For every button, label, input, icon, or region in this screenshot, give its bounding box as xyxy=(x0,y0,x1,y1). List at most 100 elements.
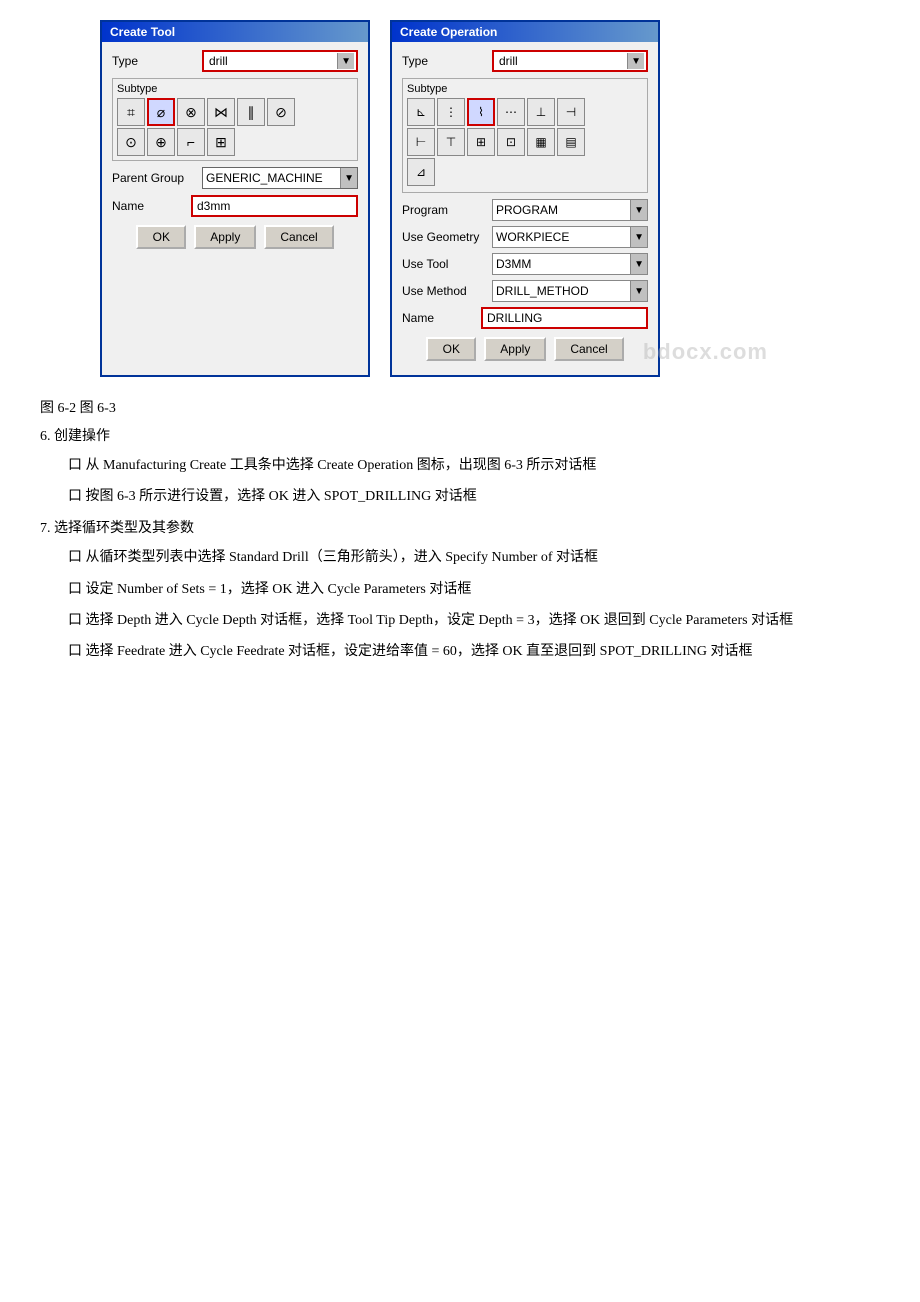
subtype-icons-row1: ⌗ ⌀ ⊗ ⋈ ∥ ⊘ xyxy=(117,98,353,126)
op-subtype-label: Subtype xyxy=(407,83,643,95)
program-arrow[interactable]: ▼ xyxy=(630,200,647,220)
op-subtype-icon-1[interactable]: ⊾ xyxy=(407,98,435,126)
subtype-icon-2[interactable]: ⌀ xyxy=(147,98,175,126)
para3: 口 从循环类型列表中选择 Standard Drill（三角形箭头），进入 Sp… xyxy=(40,545,880,570)
program-label: Program xyxy=(402,203,492,217)
para5: 口 选择 Depth 进入 Cycle Depth 对话框，选择 Tool Ti… xyxy=(40,608,880,633)
parent-group-arrow[interactable]: ▼ xyxy=(340,168,357,188)
create-tool-dialog: Create Tool Type drill ▼ Subtype ⌗ ⌀ xyxy=(100,20,370,377)
page-content: Create Tool Type drill ▼ Subtype ⌗ ⌀ xyxy=(40,20,880,670)
op-ok-button[interactable]: OK xyxy=(426,337,476,361)
subtype-icon-1[interactable]: ⌗ xyxy=(117,98,145,126)
op-name-row: Name xyxy=(402,307,648,329)
cancel-button[interactable]: Cancel xyxy=(264,225,333,249)
parent-group-label: Parent Group xyxy=(112,171,202,185)
op-cancel-button[interactable]: Cancel xyxy=(554,337,623,361)
create-operation-dialog: Create Operation Type drill ▼ Subtype ⊾ … xyxy=(390,20,660,377)
op-type-label: Type xyxy=(402,54,492,68)
op-subtype-row1: ⊾ ⋮ ⌇ ⋯ ⊥ ⊣ xyxy=(407,98,643,126)
ok-button[interactable]: OK xyxy=(136,225,186,249)
type-select-arrow[interactable]: ▼ xyxy=(337,53,354,69)
use-tool-value: D3MM xyxy=(493,257,630,271)
section7-label: 7. 选择循环类型及其参数 xyxy=(40,517,880,537)
op-apply-button[interactable]: Apply xyxy=(484,337,546,361)
create-tool-buttons: OK Apply Cancel xyxy=(112,225,358,255)
apply-button[interactable]: Apply xyxy=(194,225,256,249)
program-select[interactable]: PROGRAM ▼ xyxy=(492,199,648,221)
op-subtype-icon-12[interactable]: ▤ xyxy=(557,128,585,156)
subtype-icon-3[interactable]: ⊗ xyxy=(177,98,205,126)
use-method-arrow[interactable]: ▼ xyxy=(630,281,647,301)
create-tool-title: Create Tool xyxy=(102,22,368,42)
op-subtype-row2: ⊢ ⊤ ⊞ ⊡ ▦ ▤ xyxy=(407,128,643,156)
op-subtype-icon-13[interactable]: ⊿ xyxy=(407,158,435,186)
use-tool-select[interactable]: D3MM ▼ xyxy=(492,253,648,275)
create-tool-body: Type drill ▼ Subtype ⌗ ⌀ ⊗ ⋈ ∥ ⊘ xyxy=(102,42,368,263)
subtype-icon-7[interactable]: ⊙ xyxy=(117,128,145,156)
subtype-icon-10[interactable]: ⊞ xyxy=(207,128,235,156)
name-label: Name xyxy=(112,199,191,213)
op-subtype-icon-10[interactable]: ⊡ xyxy=(497,128,525,156)
parent-group-row: Parent Group GENERIC_MACHINE ▼ xyxy=(112,167,358,189)
op-type-value: drill xyxy=(496,54,627,68)
create-operation-body: Type drill ▼ Subtype ⊾ ⋮ ⌇ ⋯ ⊥ ⊣ xyxy=(392,42,658,375)
subtype-icons-row2: ⊙ ⊕ ⌐ ⊞ xyxy=(117,128,353,156)
para2: 口 按图 6-3 所示进行设置，选择 OK 进入 SPOT_DRILLING 对… xyxy=(40,484,880,509)
para6: 口 选择 Feedrate 进入 Cycle Feedrate 对话框，设定进给… xyxy=(40,639,880,664)
use-geometry-label: Use Geometry xyxy=(402,230,492,244)
op-subtype-icon-7[interactable]: ⊢ xyxy=(407,128,435,156)
subtype-icon-6[interactable]: ⊘ xyxy=(267,98,295,126)
watermark: bdocx.com xyxy=(643,339,768,365)
op-subtype-icon-2[interactable]: ⋮ xyxy=(437,98,465,126)
figure-label: 图 6-2 图 6-3 xyxy=(40,397,880,417)
use-geometry-row: Use Geometry WORKPIECE ▼ xyxy=(402,226,648,248)
op-subtype-icon-3[interactable]: ⌇ xyxy=(467,98,495,126)
type-select[interactable]: drill ▼ xyxy=(202,50,358,72)
op-type-row: Type drill ▼ xyxy=(402,50,648,72)
use-geometry-arrow[interactable]: ▼ xyxy=(630,227,647,247)
program-value: PROGRAM xyxy=(493,203,630,217)
text-content: 图 6-2 图 6-3 6. 创建操作 口 从 Manufacturing Cr… xyxy=(40,397,880,670)
program-row: Program PROGRAM ▼ xyxy=(402,199,648,221)
type-select-value: drill xyxy=(206,54,337,68)
use-method-select[interactable]: DRILL_METHOD ▼ xyxy=(492,280,648,302)
op-subtype-icon-5[interactable]: ⊥ xyxy=(527,98,555,126)
use-tool-row: Use Tool D3MM ▼ xyxy=(402,253,648,275)
op-type-arrow[interactable]: ▼ xyxy=(627,53,644,69)
para4: 口 设定 Number of Sets = 1，选择 OK 进入 Cycle P… xyxy=(40,577,880,602)
subtype-icon-5[interactable]: ∥ xyxy=(237,98,265,126)
op-subtype-icon-4[interactable]: ⋯ xyxy=(497,98,525,126)
use-method-label: Use Method xyxy=(402,284,492,298)
op-subtype-icon-11[interactable]: ▦ xyxy=(527,128,555,156)
name-row: Name xyxy=(112,195,358,217)
use-geometry-select[interactable]: WORKPIECE ▼ xyxy=(492,226,648,248)
subtype-section: Subtype ⌗ ⌀ ⊗ ⋈ ∥ ⊘ ⊙ ⊕ ⌐ ⊞ xyxy=(112,78,358,161)
para1: 口 从 Manufacturing Create 工具条中选择 Create O… xyxy=(40,453,880,478)
type-label: Type xyxy=(112,54,202,68)
parent-group-value: GENERIC_MACHINE xyxy=(203,171,340,185)
op-name-input[interactable] xyxy=(481,307,648,329)
op-subtype-section: Subtype ⊾ ⋮ ⌇ ⋯ ⊥ ⊣ ⊢ ⊤ ⊞ ⊡ ▦ xyxy=(402,78,648,193)
dialogs-row: Create Tool Type drill ▼ Subtype ⌗ ⌀ xyxy=(100,20,660,387)
subtype-icon-4[interactable]: ⋈ xyxy=(207,98,235,126)
name-input[interactable] xyxy=(191,195,358,217)
section6-label: 6. 创建操作 xyxy=(40,425,880,445)
subtype-icon-8[interactable]: ⊕ xyxy=(147,128,175,156)
parent-group-select[interactable]: GENERIC_MACHINE ▼ xyxy=(202,167,358,189)
use-tool-arrow[interactable]: ▼ xyxy=(630,254,647,274)
op-type-select[interactable]: drill ▼ xyxy=(492,50,648,72)
op-name-label: Name xyxy=(402,311,481,325)
type-row: Type drill ▼ xyxy=(112,50,358,72)
create-operation-buttons: OK Apply Cancel bdocx.com xyxy=(402,337,648,367)
subtype-label: Subtype xyxy=(117,83,353,95)
use-method-row: Use Method DRILL_METHOD ▼ xyxy=(402,280,648,302)
subtype-icon-9[interactable]: ⌐ xyxy=(177,128,205,156)
use-geometry-value: WORKPIECE xyxy=(493,230,630,244)
op-subtype-icon-9[interactable]: ⊞ xyxy=(467,128,495,156)
use-method-value: DRILL_METHOD xyxy=(493,284,630,298)
op-subtype-icon-6[interactable]: ⊣ xyxy=(557,98,585,126)
op-subtype-row3: ⊿ xyxy=(407,158,643,186)
create-operation-title: Create Operation xyxy=(392,22,658,42)
op-subtype-icon-8[interactable]: ⊤ xyxy=(437,128,465,156)
use-tool-label: Use Tool xyxy=(402,257,492,271)
